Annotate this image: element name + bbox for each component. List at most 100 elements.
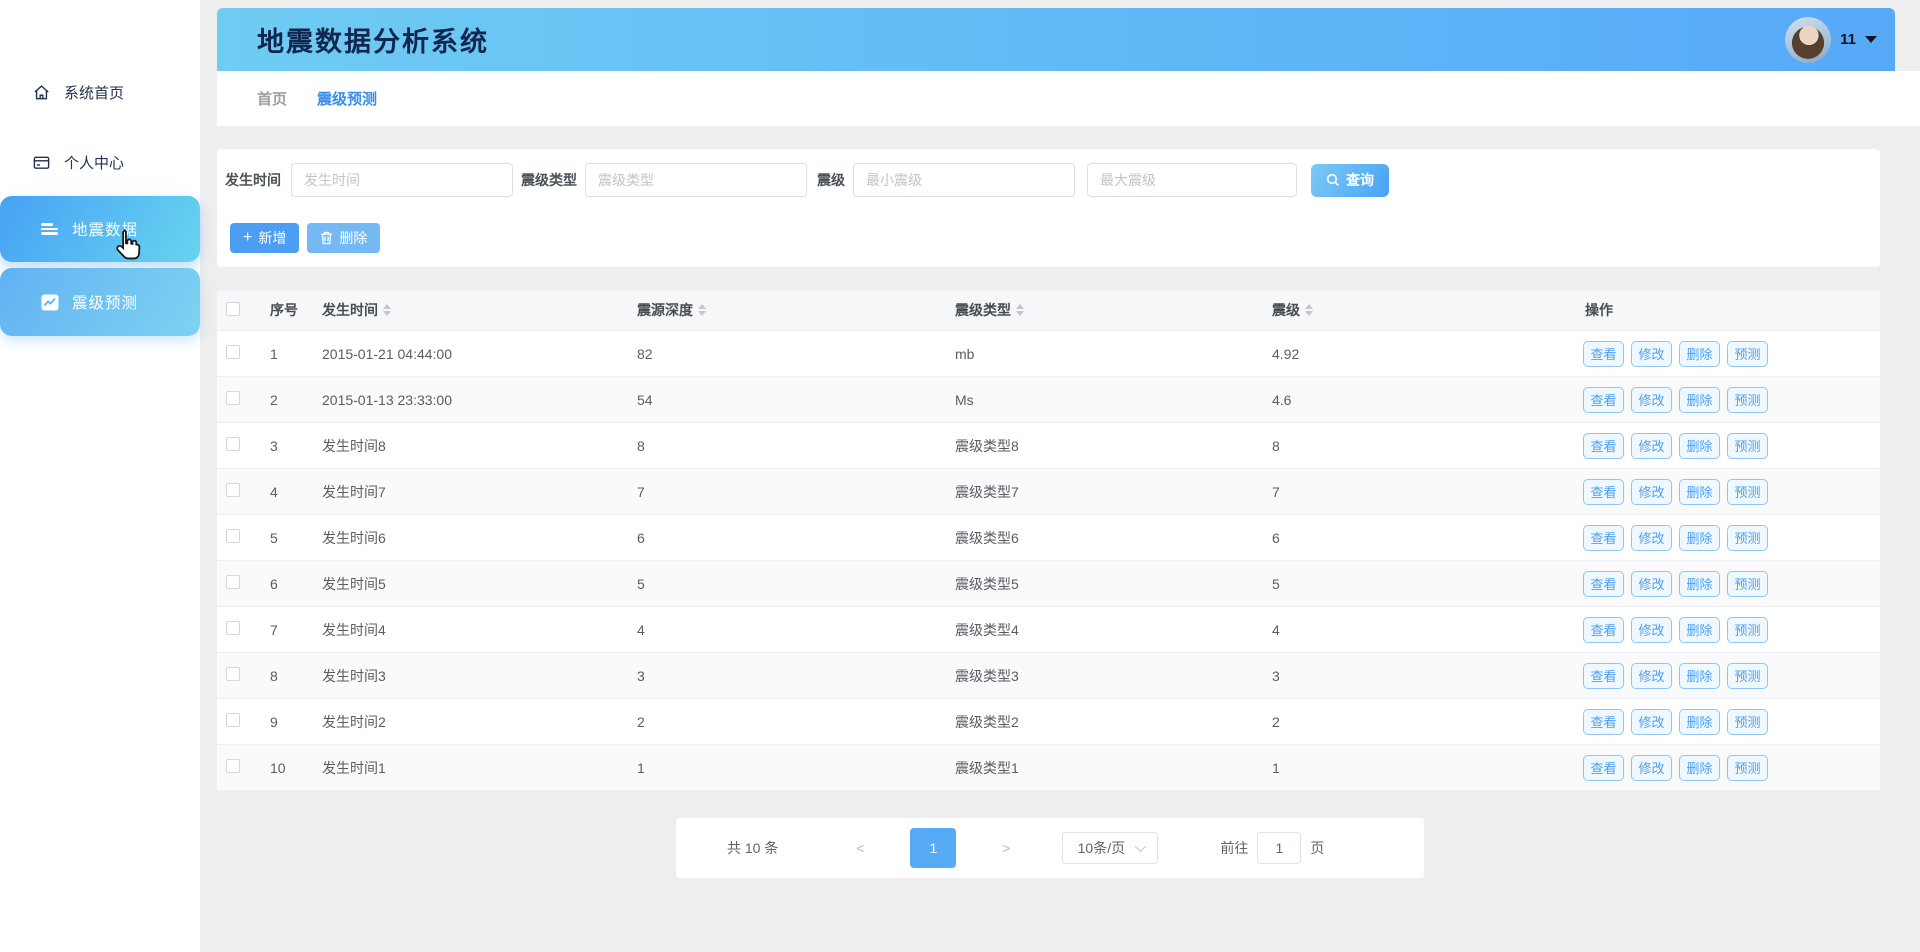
row-checkbox[interactable] [226,713,240,727]
goto-label: 前往 [1220,838,1248,858]
predict-button[interactable]: 预测 [1727,617,1768,643]
avatar[interactable] [1785,17,1831,63]
predict-button[interactable]: 预测 [1727,387,1768,413]
delete-row-button[interactable]: 删除 [1679,433,1720,459]
edit-button[interactable]: 修改 [1631,617,1672,643]
cell-type: 震级类型7 [946,482,1263,502]
filter-min-magnitude-input[interactable] [853,163,1075,197]
page-size-select[interactable]: 10条/页 [1062,832,1158,864]
cell-magnitude: 3 [1263,668,1576,684]
delete-button[interactable]: 删除 [307,223,380,253]
delete-row-button[interactable]: 删除 [1679,755,1720,781]
search-button[interactable]: 查询 [1311,164,1389,197]
predict-button[interactable]: 预测 [1727,709,1768,735]
trash-icon [320,231,333,245]
view-button[interactable]: 查看 [1583,433,1624,459]
edit-button[interactable]: 修改 [1631,479,1672,505]
predict-button[interactable]: 预测 [1727,755,1768,781]
cell-magnitude: 4.6 [1263,392,1576,408]
delete-row-button[interactable]: 删除 [1679,525,1720,551]
row-actions: 查看修改删除预测 [1576,479,1880,505]
view-button[interactable]: 查看 [1583,709,1624,735]
predict-button[interactable]: 预测 [1727,433,1768,459]
chevron-down-icon [1865,36,1877,43]
predict-button[interactable]: 预测 [1727,341,1768,367]
trend-chart-icon [40,293,59,312]
edit-button[interactable]: 修改 [1631,433,1672,459]
view-button[interactable]: 查看 [1583,755,1624,781]
filter-type-input[interactable] [585,163,807,197]
view-button[interactable]: 查看 [1583,341,1624,367]
add-button[interactable]: + 新增 [230,223,299,253]
sidebar-item-magnitude-predict[interactable]: 震级预测 [0,268,200,336]
edit-button[interactable]: 修改 [1631,755,1672,781]
edit-button[interactable]: 修改 [1631,525,1672,551]
delete-row-button[interactable]: 删除 [1679,709,1720,735]
edit-button[interactable]: 修改 [1631,663,1672,689]
predict-button[interactable]: 预测 [1727,479,1768,505]
row-checkbox[interactable] [226,621,240,635]
edit-button[interactable]: 修改 [1631,387,1672,413]
view-button[interactable]: 查看 [1583,663,1624,689]
view-button[interactable]: 查看 [1583,571,1624,597]
row-checkbox[interactable] [226,483,240,497]
sidebar-item-label: 震级预测 [72,291,138,313]
chevron-down-icon [1135,841,1146,852]
page-button-1[interactable]: 1 [910,828,956,868]
delete-row-button[interactable]: 删除 [1679,479,1720,505]
sidebar-item-home[interactable]: 系统首页 [0,68,200,116]
delete-row-button[interactable]: 删除 [1679,387,1720,413]
sidebar-item-label: 地震数据 [72,218,138,240]
row-checkbox[interactable] [226,667,240,681]
user-menu[interactable]: 11 [1785,17,1895,63]
cell-depth: 5 [628,576,946,592]
cell-time: 发生时间2 [313,712,628,732]
row-checkbox[interactable] [226,391,240,405]
edit-button[interactable]: 修改 [1631,341,1672,367]
view-button[interactable]: 查看 [1583,479,1624,505]
sort-type-control[interactable] [1016,304,1024,316]
predict-button[interactable]: 预测 [1727,525,1768,551]
filter-max-magnitude-input[interactable] [1087,163,1297,197]
table-body: 1 2015-01-21 04:44:00 82 mb 4.92 查看修改删除预… [217,331,1880,791]
cell-type: 震级类型8 [946,436,1263,456]
filter-time-input[interactable] [291,163,513,197]
row-checkbox[interactable] [226,575,240,589]
col-header-index: 序号 [261,300,313,320]
edit-button[interactable]: 修改 [1631,571,1672,597]
predict-button[interactable]: 预测 [1727,663,1768,689]
row-checkbox[interactable] [226,529,240,543]
cell-depth: 4 [628,622,946,638]
view-button[interactable]: 查看 [1583,387,1624,413]
sort-depth-control[interactable] [698,304,706,316]
cell-magnitude: 4 [1263,622,1576,638]
cell-time: 发生时间8 [313,436,628,456]
cell-depth: 6 [628,530,946,546]
row-checkbox[interactable] [226,437,240,451]
tab-home[interactable]: 首页 [257,88,287,109]
sort-magnitude-control[interactable] [1305,304,1313,316]
prev-page-button[interactable]: < [848,840,872,856]
cell-index: 1 [261,346,313,362]
next-page-button[interactable]: > [994,840,1018,856]
tab-magnitude-predict[interactable]: 震级预测 [317,88,377,109]
delete-row-button[interactable]: 删除 [1679,663,1720,689]
cell-type: 震级类型1 [946,758,1263,778]
delete-row-button[interactable]: 删除 [1679,341,1720,367]
edit-button[interactable]: 修改 [1631,709,1672,735]
delete-row-button[interactable]: 删除 [1679,571,1720,597]
predict-button[interactable]: 预测 [1727,571,1768,597]
cell-depth: 3 [628,668,946,684]
sidebar-item-profile[interactable]: 个人中心 [0,138,200,186]
delete-row-button[interactable]: 删除 [1679,617,1720,643]
select-all-checkbox[interactable] [226,302,240,316]
row-checkbox[interactable] [226,345,240,359]
sidebar-item-earthquake-data[interactable]: 地震数据 [0,196,200,262]
goto-page-input[interactable] [1257,832,1301,864]
sort-time-control[interactable] [383,304,391,316]
view-button[interactable]: 查看 [1583,525,1624,551]
cell-index: 8 [261,668,313,684]
row-checkbox[interactable] [226,759,240,773]
view-button[interactable]: 查看 [1583,617,1624,643]
cell-time: 发生时间1 [313,758,628,778]
